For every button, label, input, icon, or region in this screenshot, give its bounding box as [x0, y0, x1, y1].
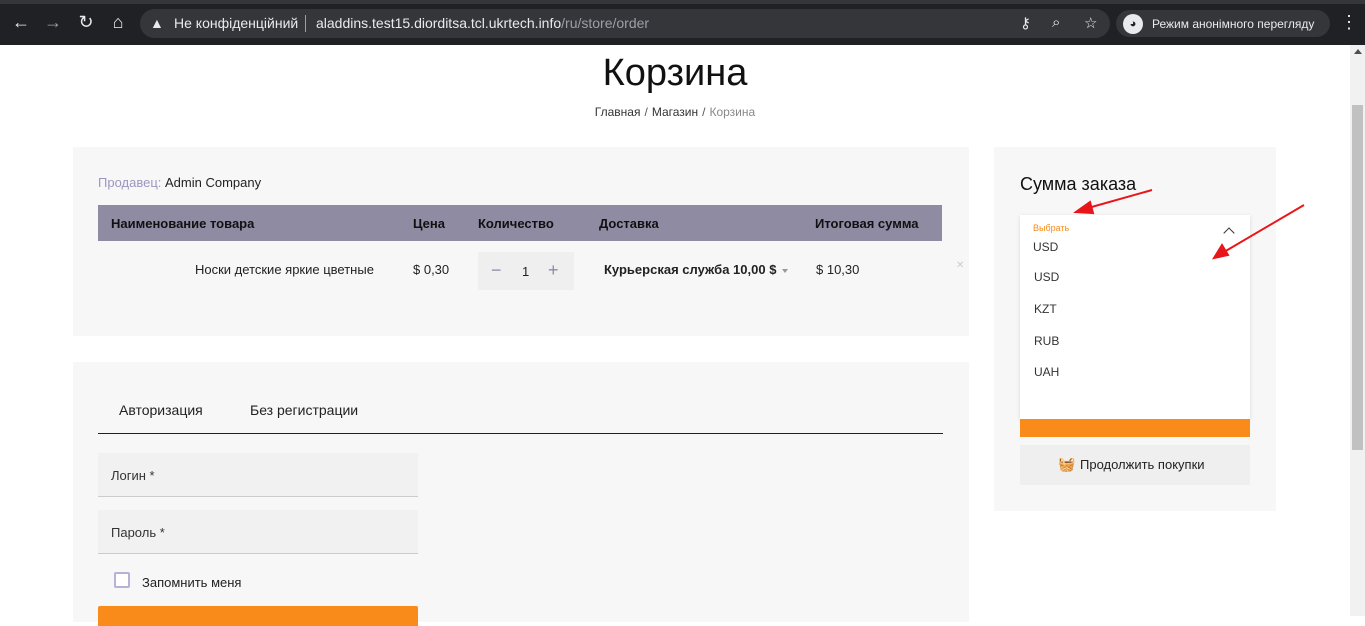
breadcrumb-separator: / [702, 105, 706, 119]
incognito-icon: ◕ [1123, 14, 1143, 34]
currency-select[interactable]: Выбрать USD USD KZT RUB UAH [1020, 215, 1250, 419]
address-bar[interactable]: ▲ Не конфіденційний aladdins.test15.dior… [140, 9, 1110, 38]
incognito-badge[interactable]: ◕ Режим анонімного перегляду [1116, 10, 1330, 37]
cart-panel: Продавец: Admin Company Наименование тов… [73, 147, 969, 336]
tab-no-registration[interactable]: Без регистрации [250, 402, 358, 418]
auth-panel: Авторизация Без регистрации Логин * Паро… [73, 362, 969, 626]
incognito-label: Режим анонімного перегляду [1152, 17, 1315, 31]
breadcrumb-home[interactable]: Главная [595, 105, 641, 119]
breadcrumb: Главная / Магазин / Корзина [0, 105, 1350, 119]
seller-label: Продавец: [98, 175, 162, 190]
breadcrumb-current: Корзина [709, 105, 756, 119]
tab-strip [0, 0, 1365, 4]
plus-icon[interactable]: + [548, 260, 559, 281]
login-button[interactable] [98, 606, 418, 626]
breadcrumb-separator: / [644, 105, 648, 119]
caret-down-icon [782, 268, 789, 273]
quantity-stepper[interactable]: − 1 + [478, 252, 574, 290]
menu-icon[interactable]: ⋮ [1340, 12, 1358, 33]
star-icon[interactable]: ☆ [1084, 14, 1097, 32]
seller-name: Admin Company [165, 175, 262, 190]
back-icon[interactable]: ← [9, 12, 33, 32]
delivery-value: Курьерская служба 10,00 $ [604, 262, 777, 277]
login-placeholder: Логин * [111, 468, 155, 483]
tab-authorization[interactable]: Авторизация [119, 402, 203, 418]
scrollbar-thumb[interactable] [1352, 105, 1363, 450]
basket-icon: 🧺 [1058, 456, 1076, 472]
divider [305, 15, 306, 32]
summary-title: Сумма заказа [1020, 174, 1137, 194]
key-icon[interactable]: ⚷ [1020, 14, 1031, 32]
delivery-select[interactable]: Курьерская служба 10,00 $ [604, 262, 789, 277]
breadcrumb-store[interactable]: Магазин [652, 105, 698, 119]
product-name[interactable]: Носки детские яркие цветные [195, 262, 374, 277]
column-delivery: Доставка [599, 216, 659, 231]
order-summary-panel: Сумма заказа Выбрать USD USD KZT RUB UAH… [994, 147, 1276, 511]
currency-option-kzt[interactable]: KZT [1034, 302, 1057, 316]
page-title: Корзина [602, 52, 748, 94]
currency-option-rub[interactable]: RUB [1034, 334, 1059, 348]
remember-checkbox[interactable] [114, 572, 130, 588]
url-text[interactable]: aladdins.test15.diorditsa.tcl.ukrtech.in… [316, 15, 649, 31]
currency-option-uah[interactable]: UAH [1034, 365, 1059, 379]
zoom-icon[interactable]: ⌕ [1052, 14, 1060, 31]
chevron-up-icon[interactable] [1223, 227, 1235, 239]
password-field[interactable]: Пароль * [98, 510, 418, 554]
auth-tabs: Авторизация Без регистрации [98, 402, 943, 434]
remove-icon[interactable]: ✕ [956, 260, 964, 271]
column-product: Наименование товара [111, 216, 255, 231]
continue-shopping-button[interactable]: 🧺 Продолжить покупки [1020, 445, 1250, 485]
home-icon[interactable]: ⌂ [106, 12, 130, 32]
url-path: /ru/store/order [561, 15, 650, 31]
minus-icon[interactable]: − [491, 260, 502, 281]
checkout-button[interactable] [1020, 419, 1250, 437]
page-scrollbar[interactable] [1350, 45, 1365, 616]
forward-icon[interactable]: → [41, 12, 65, 32]
password-placeholder: Пароль * [111, 525, 165, 540]
login-field[interactable]: Логин * [98, 453, 418, 497]
security-status[interactable]: Не конфіденційний [174, 15, 298, 31]
browser-toolbar: ← → ↻ ⌂ ▲ Не конфіденційний aladdins.tes… [0, 0, 1365, 45]
column-total: Итоговая сумма [815, 216, 919, 231]
scroll-up-icon[interactable] [1354, 49, 1362, 54]
seller-info: Продавец: Admin Company [98, 175, 261, 190]
column-price: Цена [413, 216, 445, 231]
remember-label: Запомнить меня [142, 575, 242, 590]
currency-selected[interactable]: USD [1033, 240, 1058, 254]
currency-label: Выбрать [1033, 223, 1070, 233]
url-host: aladdins.test15.diorditsa.tcl.ukrtech.in… [316, 15, 562, 31]
item-total: $ 10,30 [816, 262, 860, 277]
currency-option-usd[interactable]: USD [1034, 270, 1059, 284]
cart-table-header: Наименование товара Цена Количество Дост… [98, 205, 942, 241]
table-row: Носки детские яркие цветные $ 0,30 − 1 +… [98, 244, 964, 294]
reload-icon[interactable]: ↻ [74, 12, 98, 32]
quantity-value[interactable]: 1 [522, 264, 529, 279]
product-price: $ 0,30 [413, 262, 450, 277]
warning-icon[interactable]: ▲ [150, 15, 164, 31]
column-quantity: Количество [478, 216, 554, 231]
continue-shopping-label: Продолжить покупки [1080, 457, 1205, 472]
